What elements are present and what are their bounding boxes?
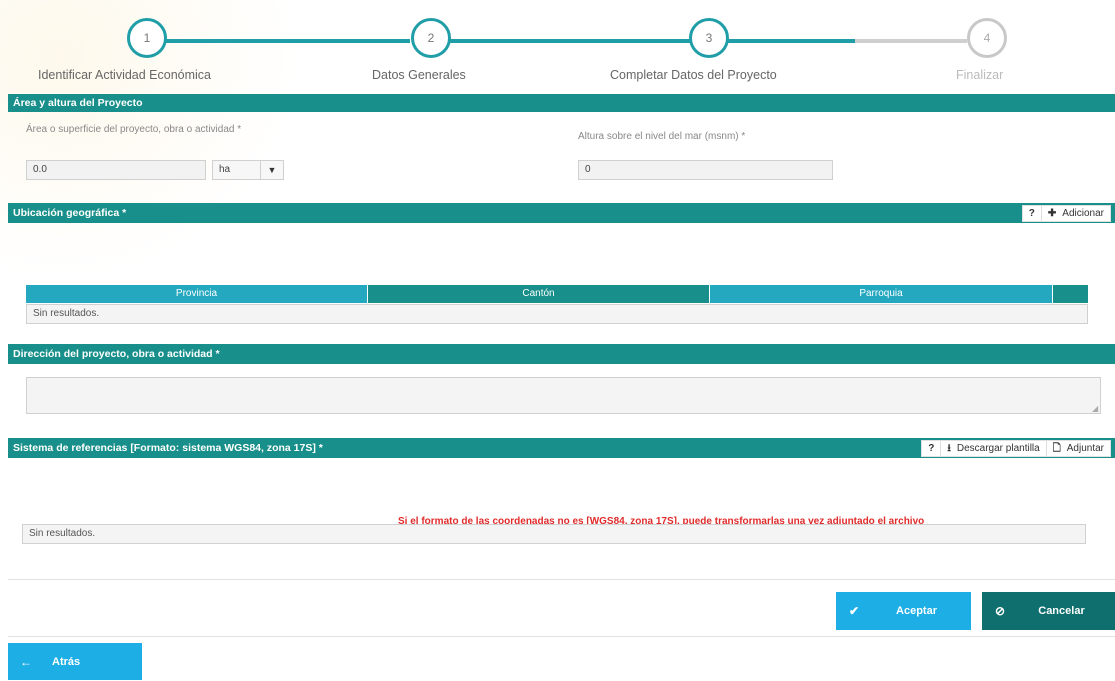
address-section-header: Dirección del proyecto, obra o actividad…	[8, 344, 1115, 364]
location-section-header: Ubicación geográfica * ? ✚ Adicionar	[8, 203, 1115, 223]
location-section-title: Ubicación geográfica *	[13, 207, 127, 219]
footer-divider-top	[8, 579, 1115, 580]
step-label-1: Identificar Actividad Económica	[38, 68, 212, 82]
location-empty-row: Sin resultados.	[26, 304, 1088, 324]
reference-empty-row: Sin resultados.	[22, 524, 1086, 544]
reference-section-title: Sistema de referencias [Formato: sistema…	[13, 442, 323, 454]
help-label: ?	[928, 443, 935, 454]
location-table-header: Provincia Cantón Parroquia	[26, 285, 1088, 303]
location-help-button[interactable]: ?	[1023, 206, 1042, 221]
step-label-2: Datos Generales	[372, 68, 466, 82]
cancel-button[interactable]: ⊘ Cancelar	[982, 592, 1115, 630]
altitude-input[interactable]: 0	[578, 160, 833, 180]
attach-label: Adjuntar	[1066, 443, 1104, 454]
address-textarea[interactable]	[26, 377, 1101, 414]
add-location-label: Adicionar	[1062, 208, 1104, 219]
reference-tools: ? ⭳ Descargar plantilla 🗋 Adjuntar	[921, 440, 1111, 457]
area-section-header: Área y altura del Proyecto	[8, 94, 1115, 112]
column-header-parroquia[interactable]: Parroquia	[710, 285, 1053, 303]
back-button[interactable]: ← Atrás	[8, 643, 142, 680]
ban-icon: ⊘	[994, 604, 1006, 618]
checkmark-icon: ✔	[848, 604, 860, 618]
accept-button-label: Aceptar	[896, 605, 937, 617]
plus-icon: ✚	[1047, 208, 1057, 219]
caret-down-icon: ▼	[260, 161, 283, 179]
back-button-label: Atrás	[52, 655, 81, 668]
unit-select[interactable]: ha ▼	[212, 160, 284, 180]
download-icon: ⭳	[947, 443, 951, 454]
add-location-button[interactable]: ✚ Adicionar	[1042, 206, 1110, 221]
footer-divider-bottom	[8, 636, 1115, 637]
arrow-left-icon: ←	[20, 654, 32, 669]
step-connector-1	[165, 39, 410, 43]
file-icon: 🗋	[1052, 443, 1061, 454]
area-section-title: Área y altura del Proyecto	[13, 97, 143, 109]
reference-help-button[interactable]: ?	[922, 441, 942, 456]
area-input[interactable]: 0.0	[26, 160, 206, 180]
column-header-canton[interactable]: Cantón	[368, 285, 710, 303]
download-template-label: Descargar plantilla	[956, 443, 1040, 454]
download-template-button[interactable]: ⭳ Descargar plantilla	[941, 441, 1047, 456]
step-circle-3[interactable]: 3	[689, 18, 729, 58]
area-field-label: Área o superficie del proyecto, obra o a…	[26, 124, 242, 135]
step-label-4: Finalizar	[956, 68, 1004, 82]
accept-button[interactable]: ✔ Aceptar	[836, 592, 971, 630]
attach-button[interactable]: 🗋 Adjuntar	[1047, 441, 1110, 456]
step-connector-3-done	[727, 39, 855, 43]
cancel-button-label: Cancelar	[1038, 605, 1085, 617]
reference-section-header: Sistema de referencias [Formato: sistema…	[8, 438, 1115, 458]
step-circle-4: 4	[967, 18, 1007, 58]
step-label-3: Completar Datos del Proyecto	[610, 68, 777, 82]
unit-select-value: ha	[219, 164, 231, 175]
location-tools: ? ✚ Adicionar	[1021, 205, 1111, 222]
step-connector-2	[450, 39, 697, 43]
altitude-field-label: Altura sobre el nivel del mar (msnm) *	[578, 131, 746, 142]
address-section-title: Dirección del proyecto, obra o actividad…	[13, 348, 220, 360]
help-label: ?	[1028, 208, 1035, 219]
step-circle-2[interactable]: 2	[411, 18, 451, 58]
column-header-provincia[interactable]: Provincia	[26, 285, 368, 303]
progress-stepper: 1 2 3 4 Identificar Actividad Económica …	[0, 0, 1115, 92]
column-header-actions	[1053, 285, 1088, 303]
step-circle-1[interactable]: 1	[127, 18, 167, 58]
step-connector-3-pending	[855, 39, 967, 43]
